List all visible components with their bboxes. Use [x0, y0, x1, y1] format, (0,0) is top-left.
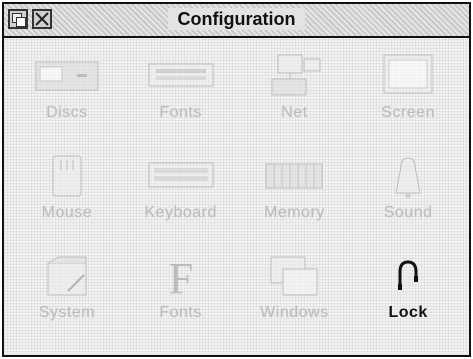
- item-memory[interactable]: Memory: [238, 146, 352, 246]
- item-lock[interactable]: Lock: [351, 246, 465, 346]
- item-screen[interactable]: Screen: [351, 46, 465, 146]
- configuration-content: Discs Fonts Net Screen Mouse Keyboard Me…: [4, 38, 469, 355]
- windows-icon: [258, 252, 330, 300]
- item-label: Lock: [388, 304, 428, 321]
- net-icon: [258, 52, 330, 100]
- screen-icon: [372, 52, 444, 100]
- item-net[interactable]: Net: [238, 46, 352, 146]
- close-icon[interactable]: [32, 9, 52, 29]
- keyboard-icon: [145, 152, 217, 200]
- item-fonts[interactable]: Fonts: [124, 46, 238, 146]
- item-system[interactable]: System: [10, 246, 124, 346]
- memory-icon: [258, 152, 330, 200]
- item-label: Sound: [383, 204, 433, 221]
- item-label: Mouse: [41, 204, 93, 221]
- discs-icon: [31, 52, 103, 100]
- item-windows[interactable]: Windows: [238, 246, 352, 346]
- fonts-letter-icon: F: [145, 252, 217, 300]
- item-label: Screen: [381, 104, 435, 121]
- item-label: Keyboard: [144, 204, 217, 221]
- item-label: Fonts: [159, 304, 202, 321]
- item-fonts-letter[interactable]: F Fonts: [124, 246, 238, 346]
- item-sound[interactable]: Sound: [351, 146, 465, 246]
- item-label: Memory: [263, 204, 325, 221]
- item-label: Fonts: [159, 104, 202, 121]
- sound-icon: [372, 152, 444, 200]
- back-icon[interactable]: [8, 9, 28, 29]
- title-bar[interactable]: Configuration: [4, 4, 469, 38]
- item-label: Discs: [46, 104, 88, 121]
- item-label: System: [38, 304, 96, 321]
- window-title: Configuration: [167, 8, 306, 30]
- fonts-icon: [145, 52, 217, 100]
- item-label: Windows: [260, 304, 329, 321]
- item-label: Net: [281, 104, 308, 121]
- lock-icon: [372, 252, 444, 300]
- system-icon: [31, 252, 103, 300]
- svg-text:F: F: [168, 254, 192, 299]
- configuration-window: Configuration Discs Fonts Net Screen Mou…: [2, 2, 471, 357]
- item-mouse[interactable]: Mouse: [10, 146, 124, 246]
- item-keyboard[interactable]: Keyboard: [124, 146, 238, 246]
- item-discs[interactable]: Discs: [10, 46, 124, 146]
- mouse-icon: [31, 152, 103, 200]
